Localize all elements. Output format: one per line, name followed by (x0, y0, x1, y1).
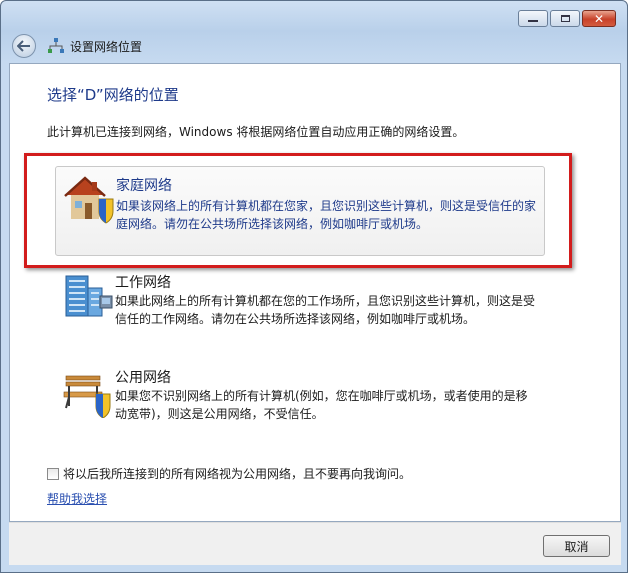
navigation-bar: 设置网络位置 (12, 34, 142, 58)
work-network-option[interactable]: 工作网络 如果此网络上的所有计算机都在您的工作场所，且您识别这些计算机，则这是受… (55, 264, 545, 354)
option-title: 公用网络 (115, 370, 171, 386)
content-pane: 选择“D”网络的位置 此计算机已连接到网络，Windows 将根据网络位置自动应… (9, 63, 621, 522)
breadcrumb: 设置网络位置 (70, 39, 143, 54)
network-icon (48, 38, 64, 53)
public-default-checkbox[interactable] (47, 467, 59, 480)
office-building-icon (65, 275, 113, 317)
maximize-button[interactable] (550, 10, 580, 27)
checkbox-label: 将以后我所连接到的所有网络视为公用网络，且不要再向我询问。 (63, 467, 412, 481)
description-line: 动宽带)，则这是公用网络，不受信任。 (115, 407, 324, 421)
close-icon: ✕ (593, 11, 605, 26)
option-title: 工作网络 (115, 275, 171, 291)
page-title: 选择“D”网络的位置 (47, 86, 179, 104)
minimize-button[interactable] (518, 10, 548, 27)
public-default-checkbox-row[interactable]: 将以后我所连接到的所有网络视为公用网络，且不要再向我询问。 (47, 465, 411, 482)
selection-highlight-box (24, 153, 572, 268)
option-description: 如果您不识别网络上的所有计算机(例如，您在咖啡厅或机场，或者使用的是移 动宽带)… (115, 387, 540, 423)
maximize-icon (560, 15, 570, 22)
intro-text: 此计算机已连接到网络，Windows 将根据网络位置自动应用正确的网络设置。 (47, 125, 465, 139)
park-bench-shield-icon (63, 375, 111, 418)
option-description: 如果此网络上的所有计算机都在您的工作场所，且您识别这些计算机，则这是受 信任的工… (115, 292, 540, 328)
dialog-footer: 取消 (9, 522, 621, 565)
minimize-icon (528, 20, 538, 22)
window-controls: ✕ (518, 10, 616, 27)
public-network-option[interactable]: 公用网络 如果您不识别网络上的所有计算机(例如，您在咖啡厅或机场，或者使用的是移… (55, 360, 545, 450)
back-arrow-icon (17, 40, 30, 52)
back-button[interactable] (12, 34, 36, 58)
description-line: 如果您不识别网络上的所有计算机(例如，您在咖啡厅或机场，或者使用的是移 (115, 389, 528, 403)
dialog-window: ✕ 设置网络位置 选择“D”网络的位置 此计算机已连接到网络，Windows 将… (0, 0, 628, 573)
help-me-choose-link[interactable]: 帮助我选择 (47, 490, 107, 507)
close-button[interactable]: ✕ (582, 10, 616, 27)
cancel-button[interactable]: 取消 (543, 535, 610, 557)
description-line: 如果此网络上的所有计算机都在您的工作场所，且您识别这些计算机，则这是受 (115, 294, 536, 308)
description-line: 信任的工作网络。请勿在公共场所选择该网络，例如咖啡厅或机场。 (115, 312, 476, 326)
